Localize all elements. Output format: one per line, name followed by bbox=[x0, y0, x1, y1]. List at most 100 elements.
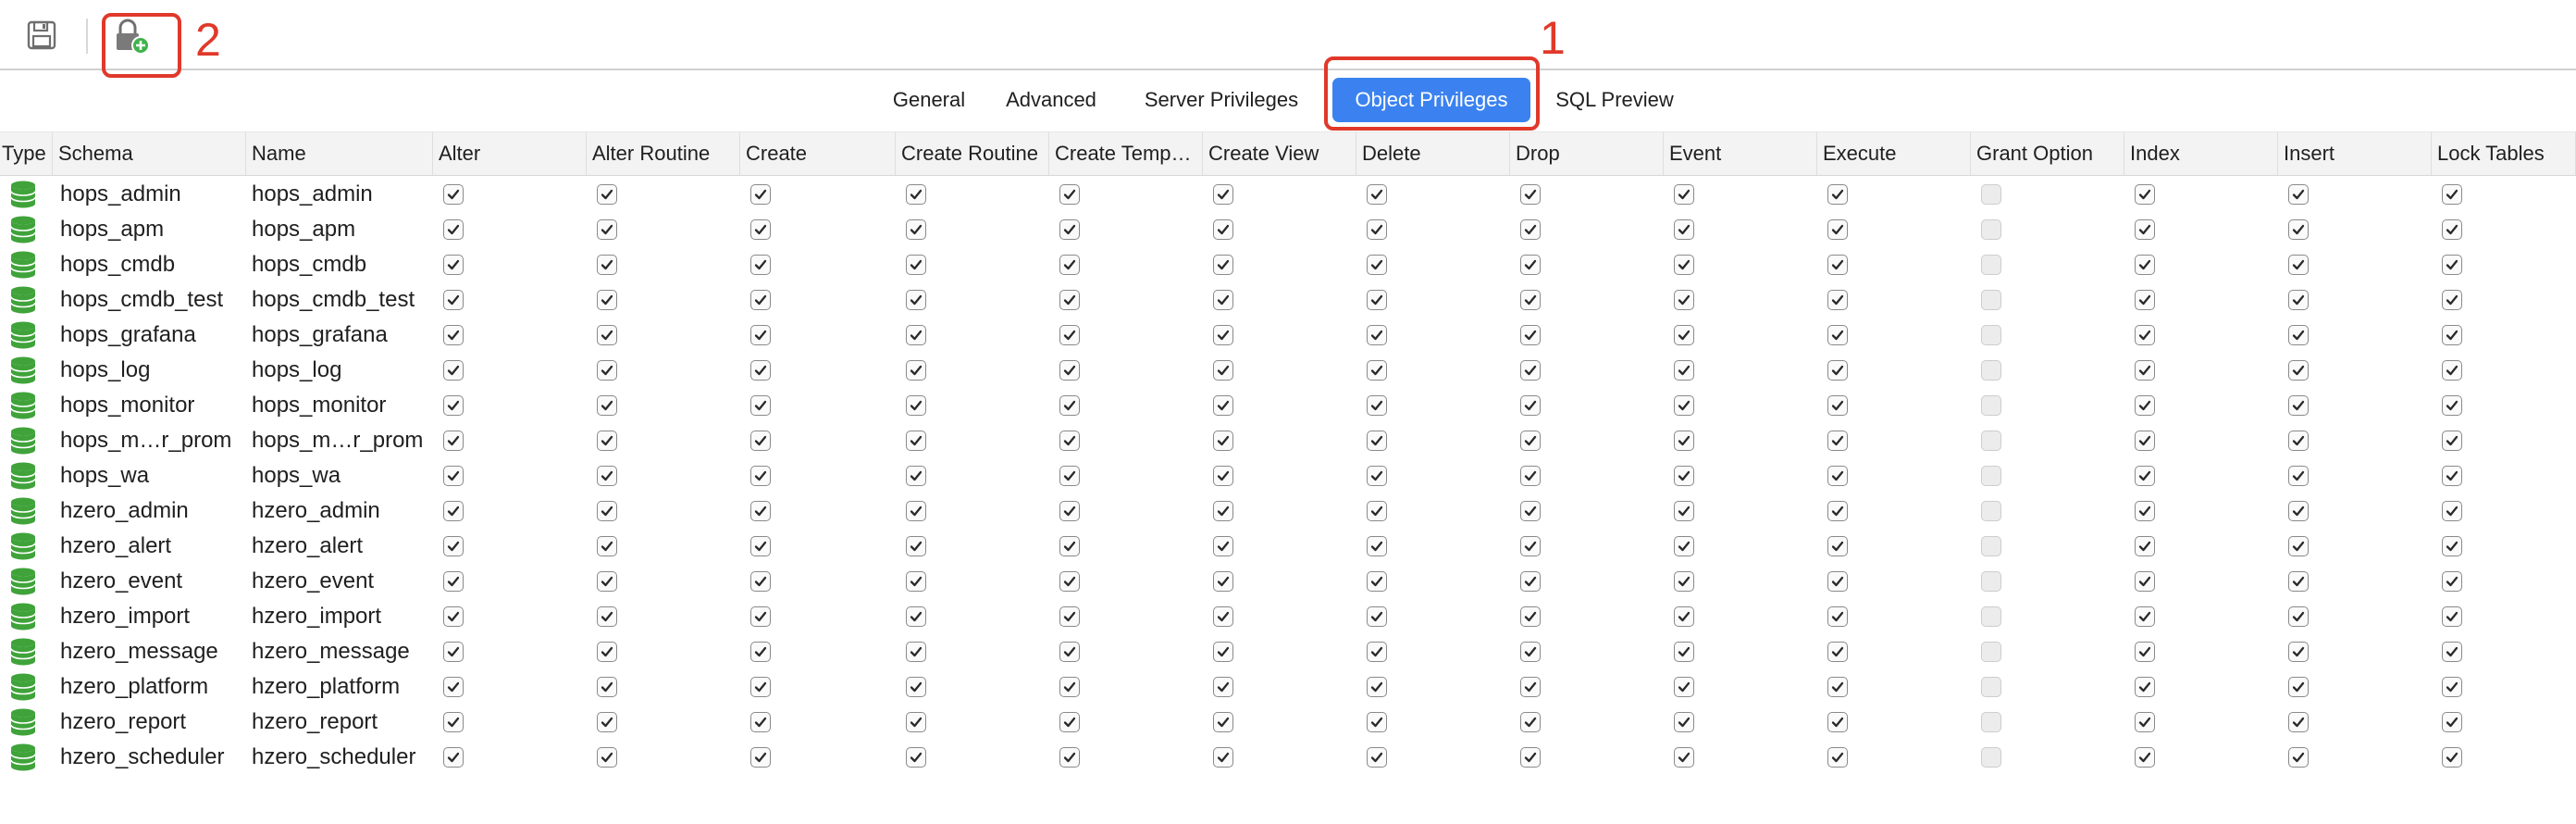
table-row[interactable]: hops_m…r_prom hops_m…r_prom bbox=[0, 423, 2576, 458]
privilege-checkbox-execute[interactable] bbox=[1827, 325, 1848, 345]
privilege-checkbox-alter-routine[interactable] bbox=[597, 290, 617, 310]
privilege-checkbox-event[interactable] bbox=[1674, 466, 1694, 486]
privilege-checkbox-execute[interactable] bbox=[1827, 184, 1848, 205]
privilege-checkbox-insert[interactable] bbox=[2288, 255, 2309, 275]
privilege-checkbox-create-routine[interactable] bbox=[906, 501, 926, 521]
privilege-checkbox-grant-option[interactable] bbox=[1981, 501, 2001, 521]
privilege-checkbox-grant-option[interactable] bbox=[1981, 184, 2001, 205]
privilege-checkbox-create-view[interactable] bbox=[1213, 255, 1233, 275]
privilege-checkbox-grant-option[interactable] bbox=[1981, 677, 2001, 697]
privilege-checkbox-index[interactable] bbox=[2135, 360, 2155, 381]
privilege-checkbox-index[interactable] bbox=[2135, 536, 2155, 556]
privilege-checkbox-lock-tables[interactable] bbox=[2442, 325, 2462, 345]
privilege-checkbox-lock-tables[interactable] bbox=[2442, 431, 2462, 451]
privilege-checkbox-create-view[interactable] bbox=[1213, 747, 1233, 768]
column-header-index[interactable]: Index bbox=[2124, 132, 2278, 175]
privilege-checkbox-create-view[interactable] bbox=[1213, 290, 1233, 310]
privilege-checkbox-index[interactable] bbox=[2135, 219, 2155, 240]
table-row[interactable]: hops_monitor hops_monitor bbox=[0, 388, 2576, 423]
privilege-checkbox-lock-tables[interactable] bbox=[2442, 747, 2462, 768]
privilege-checkbox-insert[interactable] bbox=[2288, 501, 2309, 521]
privilege-checkbox-alter-routine[interactable] bbox=[597, 431, 617, 451]
privilege-checkbox-index[interactable] bbox=[2135, 747, 2155, 768]
privilege-checkbox-grant-option[interactable] bbox=[1981, 747, 2001, 768]
privilege-checkbox-execute[interactable] bbox=[1827, 360, 1848, 381]
privilege-checkbox-create[interactable] bbox=[750, 395, 771, 416]
privilege-checkbox-event[interactable] bbox=[1674, 571, 1694, 592]
privilege-checkbox-index[interactable] bbox=[2135, 642, 2155, 662]
privilege-checkbox-event[interactable] bbox=[1674, 184, 1694, 205]
privilege-checkbox-index[interactable] bbox=[2135, 466, 2155, 486]
privilege-checkbox-grant-option[interactable] bbox=[1981, 606, 2001, 627]
privilege-checkbox-create-temp[interactable] bbox=[1059, 571, 1080, 592]
privilege-checkbox-create-routine[interactable] bbox=[906, 536, 926, 556]
privilege-checkbox-create-routine[interactable] bbox=[906, 747, 926, 768]
table-row[interactable]: hzero_event hzero_event bbox=[0, 564, 2576, 599]
privilege-checkbox-create[interactable] bbox=[750, 642, 771, 662]
privilege-checkbox-drop[interactable] bbox=[1520, 219, 1541, 240]
privilege-checkbox-grant-option[interactable] bbox=[1981, 571, 2001, 592]
privilege-checkbox-grant-option[interactable] bbox=[1981, 642, 2001, 662]
privilege-checkbox-alter[interactable] bbox=[443, 677, 464, 697]
privilege-checkbox-create[interactable] bbox=[750, 712, 771, 732]
privilege-checkbox-delete[interactable] bbox=[1367, 255, 1387, 275]
privilege-checkbox-alter-routine[interactable] bbox=[597, 395, 617, 416]
table-row[interactable]: hzero_import hzero_import bbox=[0, 599, 2576, 634]
tab-general[interactable]: General bbox=[879, 78, 979, 122]
privilege-checkbox-alter[interactable] bbox=[443, 431, 464, 451]
privilege-checkbox-create-routine[interactable] bbox=[906, 184, 926, 205]
privilege-checkbox-lock-tables[interactable] bbox=[2442, 219, 2462, 240]
privilege-checkbox-create-temp[interactable] bbox=[1059, 536, 1080, 556]
privilege-checkbox-delete[interactable] bbox=[1367, 571, 1387, 592]
privilege-checkbox-create-routine[interactable] bbox=[906, 255, 926, 275]
privilege-checkbox-insert[interactable] bbox=[2288, 536, 2309, 556]
privilege-checkbox-drop[interactable] bbox=[1520, 677, 1541, 697]
privilege-checkbox-grant-option[interactable] bbox=[1981, 219, 2001, 240]
column-header-delete[interactable]: Delete bbox=[1356, 132, 1510, 175]
privilege-checkbox-execute[interactable] bbox=[1827, 606, 1848, 627]
privilege-checkbox-event[interactable] bbox=[1674, 677, 1694, 697]
tab-server-privileges[interactable]: Server Privileges bbox=[1127, 78, 1316, 122]
privilege-checkbox-create-temp[interactable] bbox=[1059, 360, 1080, 381]
privilege-checkbox-grant-option[interactable] bbox=[1981, 325, 2001, 345]
tab-advanced[interactable]: Advanced bbox=[994, 78, 1108, 122]
privilege-checkbox-alter-routine[interactable] bbox=[597, 642, 617, 662]
privilege-checkbox-insert[interactable] bbox=[2288, 677, 2309, 697]
column-header-drop[interactable]: Drop bbox=[1510, 132, 1664, 175]
privilege-checkbox-event[interactable] bbox=[1674, 360, 1694, 381]
privilege-checkbox-drop[interactable] bbox=[1520, 395, 1541, 416]
privilege-checkbox-create-temp[interactable] bbox=[1059, 642, 1080, 662]
privilege-checkbox-grant-option[interactable] bbox=[1981, 395, 2001, 416]
privilege-checkbox-create-view[interactable] bbox=[1213, 677, 1233, 697]
privilege-checkbox-delete[interactable] bbox=[1367, 642, 1387, 662]
privilege-checkbox-create-routine[interactable] bbox=[906, 395, 926, 416]
privilege-checkbox-create-view[interactable] bbox=[1213, 395, 1233, 416]
tab-sql-preview[interactable]: SQL Preview bbox=[1543, 78, 1686, 122]
privilege-checkbox-insert[interactable] bbox=[2288, 325, 2309, 345]
privilege-checkbox-lock-tables[interactable] bbox=[2442, 677, 2462, 697]
privilege-checkbox-index[interactable] bbox=[2135, 184, 2155, 205]
privilege-checkbox-event[interactable] bbox=[1674, 536, 1694, 556]
privilege-checkbox-event[interactable] bbox=[1674, 219, 1694, 240]
privilege-checkbox-alter-routine[interactable] bbox=[597, 606, 617, 627]
privilege-checkbox-create-routine[interactable] bbox=[906, 431, 926, 451]
privilege-checkbox-insert[interactable] bbox=[2288, 395, 2309, 416]
column-header-event[interactable]: Event bbox=[1664, 132, 1817, 175]
privilege-checkbox-alter-routine[interactable] bbox=[597, 747, 617, 768]
privilege-checkbox-create-temp[interactable] bbox=[1059, 606, 1080, 627]
privilege-checkbox-drop[interactable] bbox=[1520, 642, 1541, 662]
table-row[interactable]: hops_admin hops_admin bbox=[0, 177, 2576, 212]
privilege-checkbox-execute[interactable] bbox=[1827, 536, 1848, 556]
privilege-checkbox-alter-routine[interactable] bbox=[597, 677, 617, 697]
privilege-checkbox-index[interactable] bbox=[2135, 255, 2155, 275]
table-row[interactable]: hops_cmdb_test hops_cmdb_test bbox=[0, 282, 2576, 318]
privilege-checkbox-lock-tables[interactable] bbox=[2442, 642, 2462, 662]
privilege-checkbox-create[interactable] bbox=[750, 677, 771, 697]
table-row[interactable]: hzero_platform hzero_platform bbox=[0, 669, 2576, 705]
privilege-checkbox-create-routine[interactable] bbox=[906, 325, 926, 345]
privilege-checkbox-delete[interactable] bbox=[1367, 290, 1387, 310]
privilege-checkbox-execute[interactable] bbox=[1827, 747, 1848, 768]
column-header-create-temp[interactable]: Create Temp… bbox=[1049, 132, 1203, 175]
privilege-checkbox-create-view[interactable] bbox=[1213, 536, 1233, 556]
privilege-checkbox-create-view[interactable] bbox=[1213, 325, 1233, 345]
